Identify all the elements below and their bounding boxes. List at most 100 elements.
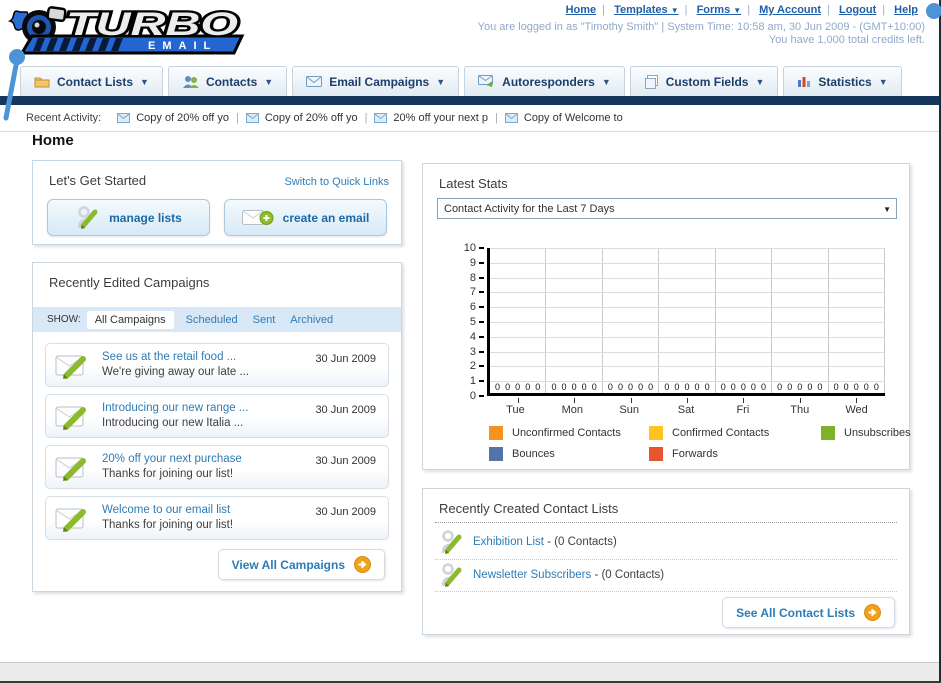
nav-link-help[interactable]: Help (894, 4, 918, 16)
value-label: 0 (873, 382, 879, 392)
chart-groups: 00000000000000000000000000000000000 (490, 248, 885, 403)
value-label: 0 (833, 382, 839, 392)
chevron-down-icon: ▼ (140, 76, 149, 87)
nav-separator: | (602, 4, 606, 16)
show-label: SHOW: (47, 314, 81, 325)
x-axis-label: Fri (736, 404, 750, 416)
see-all-contact-lists-button[interactable]: See All Contact Lists (722, 597, 895, 628)
view-all-campaigns-button[interactable]: View All Campaigns (217, 549, 385, 580)
value-label: 0 (730, 382, 736, 392)
y-axis-label: 0 (447, 390, 484, 402)
legend-swatch (821, 426, 835, 440)
filter-archived[interactable]: Archived (290, 314, 333, 326)
turbo-logo-graphic: EMAIL TURBO (7, 4, 245, 55)
value-label: 0 (581, 382, 587, 392)
legend-item: Unsubscribes (821, 426, 941, 440)
y-axis-label: 3 (447, 346, 484, 358)
value-label: 0 (515, 382, 521, 392)
legend-item: Forwards (649, 447, 821, 461)
value-label: 0 (787, 382, 793, 392)
contact-list-name-link[interactable]: Newsletter Subscribers (473, 569, 591, 581)
recent-activity-item[interactable]: Copy of 20% off yo (245, 112, 358, 124)
main-nav-tabs: Contact Lists ▼ Contacts ▼ Email Campaig… (20, 66, 902, 96)
turbo-email-logo[interactable]: EMAIL TURBO (7, 4, 250, 63)
chevron-down-icon: ▼ (755, 76, 765, 87)
filter-sent[interactable]: Sent (253, 314, 276, 326)
legend-label: Forwards (672, 448, 718, 460)
x-tick (743, 398, 745, 403)
nav-link-templates[interactable]: Templates ▼ (614, 4, 679, 16)
person-pencil-icon (77, 206, 98, 229)
campaign-list-item[interactable]: Introducing our new range ... Introducin… (45, 394, 389, 438)
tab-autoresponders[interactable]: Autoresponders ▼ (464, 66, 625, 96)
envelope-icon (504, 113, 518, 123)
tab-contact-lists[interactable]: Contact Lists ▼ (20, 66, 163, 96)
x-tick (686, 398, 688, 403)
contact-list-name-link[interactable]: Exhibition List (473, 536, 544, 548)
contact-list-item[interactable]: Newsletter Subscribers - (0 Contacts) (439, 562, 664, 588)
switch-quick-links-link[interactable]: Switch to Quick Links (284, 176, 389, 188)
envelope-pencil-icon (55, 508, 86, 532)
x-axis-label: Sat (677, 404, 695, 416)
value-label: 0 (638, 382, 644, 392)
chevron-down-icon: ▼ (878, 76, 888, 87)
nav-separator: | (684, 4, 688, 16)
chart-x-labels: Tue Mon Sun Sat Fri Thu Wed (487, 404, 885, 416)
nav-link-home[interactable]: Home (566, 4, 597, 16)
y-axis-label: 7 (447, 286, 484, 298)
nav-separator: | (882, 4, 886, 16)
filter-all-campaigns[interactable]: All Campaigns (86, 310, 174, 329)
tab-statistics[interactable]: Statistics ▼ (783, 66, 902, 96)
value-label: 0 (535, 382, 541, 392)
value-label: 0 (551, 382, 557, 392)
nav-link-logout[interactable]: Logout (839, 4, 876, 16)
envelope-icon (117, 113, 131, 123)
campaign-list-item[interactable]: See us at the retail food ... We're givi… (45, 343, 389, 387)
x-axis-label: Sun (619, 404, 639, 416)
value-label: 0 (674, 382, 680, 392)
tab-contacts[interactable]: Contacts ▼ (167, 66, 288, 96)
footer-strip (0, 662, 941, 683)
dotted-divider (435, 591, 897, 592)
nav-link-forms[interactable]: Forms ▼ (697, 4, 742, 16)
envelope-icon (306, 76, 323, 87)
login-status-text: You are logged in as "Timothy Smith" | S… (477, 21, 925, 33)
gridline (490, 322, 885, 323)
campaign-title-link[interactable]: See us at the retail food ... (102, 351, 249, 363)
campaign-date: 30 Jun 2009 (315, 404, 376, 416)
tab-email-campaigns[interactable]: Email Campaigns ▼ (292, 66, 460, 96)
recent-activity-item[interactable]: 20% off your next p (374, 112, 488, 124)
pages-icon (644, 74, 658, 89)
contact-list-item[interactable]: Exhibition List - (0 Contacts) (439, 529, 617, 555)
create-email-button[interactable]: create an email (224, 199, 387, 236)
tab-custom-fields[interactable]: Custom Fields ▼ (629, 66, 779, 96)
chart-day-group: 00000 (772, 248, 829, 403)
campaign-title-link[interactable]: 20% off your next purchase (102, 453, 242, 465)
y-axis-label: 9 (447, 257, 484, 269)
person-pencil-icon (441, 530, 462, 554)
x-tick (574, 398, 576, 403)
x-axis-label: Wed (845, 404, 868, 416)
manage-lists-button[interactable]: manage lists (47, 199, 210, 236)
recent-activity-item[interactable]: Copy of Welcome to (504, 112, 623, 124)
tab-label: Custom Fields (665, 74, 749, 89)
recent-activity-item[interactable]: Copy of 20% off yo (117, 112, 229, 124)
filter-scheduled[interactable]: Scheduled (186, 314, 238, 326)
tab-label: Email Campaigns (329, 74, 430, 89)
value-label: 0 (525, 382, 531, 392)
legend-label: Unconfirmed Contacts (512, 427, 621, 439)
nav-link-my-account[interactable]: My Account (759, 4, 821, 16)
campaign-list-item[interactable]: 20% off your next purchase Thanks for jo… (45, 445, 389, 489)
value-label: 0 (853, 382, 859, 392)
campaign-list-item[interactable]: Welcome to our email list Thanks for joi… (45, 496, 389, 540)
campaigns-filter-bar: SHOW: All Campaigns Scheduled Sent Archi… (33, 307, 401, 332)
legend-item: Unconfirmed Contacts (489, 426, 649, 440)
campaign-title-link[interactable]: Introducing our new range ... (102, 402, 248, 414)
bar-chart-icon (798, 77, 811, 87)
value-label: 0 (617, 382, 623, 392)
stats-report-select[interactable]: Contact Activity for the Last 7 Days ▼ (437, 198, 897, 219)
campaign-subtitle: We're giving away our late ... (102, 366, 250, 378)
campaign-title-link[interactable]: Welcome to our email list (102, 504, 233, 516)
campaign-subtitle: Introducing our new Italia ... (102, 417, 244, 429)
envelope-plus-icon (241, 210, 274, 225)
